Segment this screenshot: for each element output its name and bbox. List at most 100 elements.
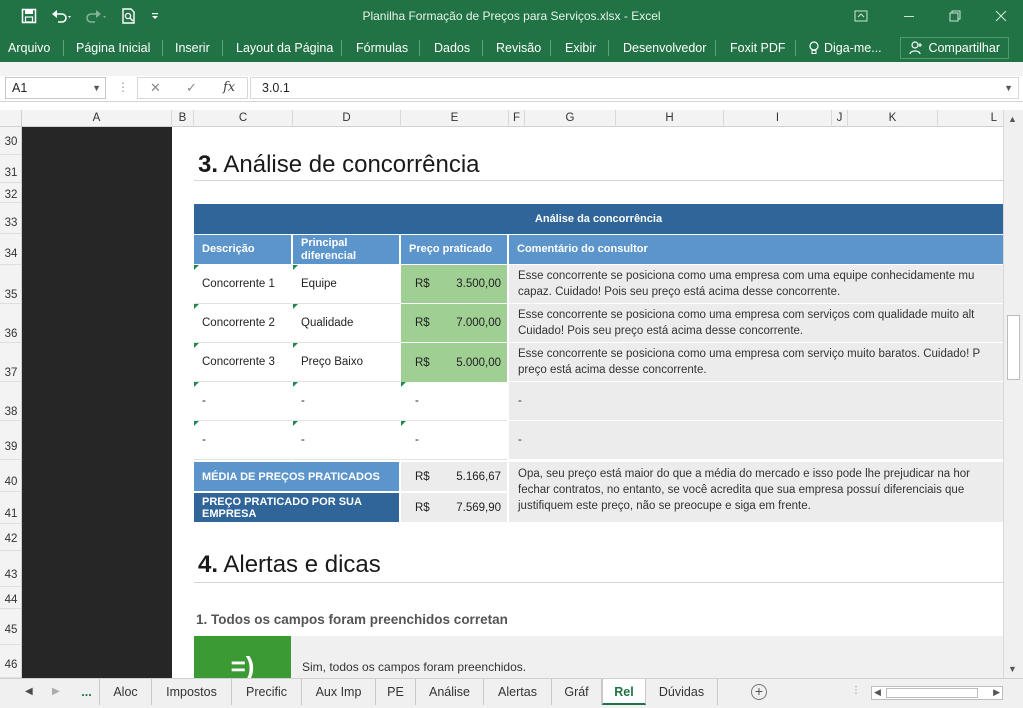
chevron-down-icon[interactable]: ▼ [1004,78,1013,98]
horizontal-scrollbar[interactable]: ◀ ▶ [871,686,1003,700]
own-price-value[interactable]: R$ 7.569,90 [401,493,507,522]
row-header-42[interactable]: 42 [0,524,21,551]
column-header-e[interactable]: E [401,110,509,127]
tab-dados[interactable]: Dados [434,39,470,57]
row-header-33[interactable]: 33 [0,203,21,234]
scroll-down-icon[interactable]: ▼ [1008,664,1017,674]
competitor-3-comment[interactable]: Esse concorrente se posiciona como uma e… [509,343,1003,382]
row-header-37[interactable]: 37 [0,343,21,382]
column-header-l[interactable]: L [938,110,1003,127]
competitor-2-description[interactable]: Concorrente 2 [194,304,292,343]
sheet-tab-aux-imp[interactable]: Aux Imp [302,679,376,705]
summary-comment[interactable]: Opa, seu preço está maior do que a média… [509,462,1003,522]
chevron-down-icon[interactable]: ▼ [92,78,101,98]
column-header-j[interactable]: J [832,110,848,127]
sheet-tab-analise[interactable]: Análise [416,679,484,705]
column-header-b[interactable]: B [172,110,194,127]
tab-split-grip-icon[interactable]: ⋮ [851,685,861,696]
restore-icon[interactable] [940,5,970,27]
tab-pagina-inicial[interactable]: Página Inicial [76,39,150,57]
row-header-45[interactable]: 45 [0,609,21,645]
competitor-2-price[interactable]: R$ 7.000,00 [401,304,507,343]
tab-foxit-pdf[interactable]: Foxit PDF [730,39,786,57]
close-icon[interactable] [986,5,1016,27]
sheet-tab-alertas[interactable]: Alertas [484,679,552,705]
more-sheets[interactable]: ... [74,679,100,705]
column-header-i[interactable]: I [724,110,832,127]
column-header-h[interactable]: H [616,110,724,127]
row-header-36[interactable]: 36 [0,304,21,343]
competitor-5-price[interactable]: - [401,421,507,460]
tab-inserir[interactable]: Inserir [175,39,210,57]
competitor-4-comment[interactable]: - [509,382,1003,421]
sheet-tab-precific[interactable]: Precific [232,679,302,705]
tab-scroll-left-icon[interactable]: ◀ [25,686,33,697]
tab-desenvolvedor[interactable]: Desenvolvedor [623,39,706,57]
tell-me-search[interactable]: Diga-me... [808,39,882,57]
competitor-2-differential[interactable]: Qualidade [293,304,400,343]
vertical-scrollbar[interactable]: ▲ ▼ [1003,110,1023,678]
competitor-4-price[interactable]: - [401,382,507,421]
scroll-up-icon[interactable]: ▲ [1008,114,1017,124]
scrollbar-thumb[interactable] [1007,315,1020,380]
tab-revisao[interactable]: Revisão [496,39,541,57]
tab-arquivo[interactable]: Arquivo [8,39,50,57]
competitor-4-differential[interactable]: - [293,382,400,421]
competitor-5-differential[interactable]: - [293,421,400,460]
tab-layout-da-pagina[interactable]: Layout da Página [236,39,333,57]
row-header-41[interactable]: 41 [0,492,21,524]
row-header-38[interactable]: 38 [0,382,21,421]
share-button[interactable]: Compartilhar [900,37,1009,59]
formula-input[interactable]: 3.0.1 ▼ [250,77,1019,99]
competitor-4-description[interactable]: - [194,382,292,421]
insert-function-icon[interactable]: fx [223,80,235,95]
sheet-tab-aloc[interactable]: Aloc [100,679,152,705]
competitor-1-description[interactable]: Concorrente 1 [194,265,292,304]
row-header-35[interactable]: 35 [0,265,21,304]
column-header-c[interactable]: C [194,110,293,127]
row-header-40[interactable]: 40 [0,460,21,492]
formula-bar-grip-icon[interactable]: ⋮ [117,80,129,94]
select-all-corner[interactable] [0,110,22,127]
row-header-44[interactable]: 44 [0,587,21,609]
row-header-31[interactable]: 31 [0,155,21,183]
competitor-3-description[interactable]: Concorrente 3 [194,343,292,382]
competitor-1-price[interactable]: R$ 3.500,00 [401,265,507,304]
minimize-icon[interactable] [894,5,924,27]
column-header-f[interactable]: F [509,110,525,127]
competitor-3-differential[interactable]: Preço Baixo [293,343,400,382]
competitor-1-differential[interactable]: Equipe [293,265,400,304]
row-header-30[interactable]: 30 [0,127,21,155]
sheet-tab-graf[interactable]: Gráf [552,679,602,705]
tab-formulas[interactable]: Fórmulas [356,39,408,57]
tab-exibir[interactable]: Exibir [565,39,596,57]
cancel-icon[interactable]: ✕ [150,80,161,96]
scroll-right-icon[interactable]: ▶ [993,687,1000,698]
average-price-value[interactable]: R$ 5.166,67 [401,462,507,491]
competitor-3-price[interactable]: R$ 5.000,00 [401,343,507,382]
add-sheet-icon[interactable]: + [751,684,767,700]
row-header-43[interactable]: 43 [0,551,21,587]
tab-scroll-right-icon[interactable]: ▶ [52,686,60,697]
row-header-39[interactable]: 39 [0,421,21,460]
name-box[interactable]: A1 ▼ [5,77,106,99]
column-header-d[interactable]: D [293,110,401,127]
competitor-1-comment[interactable]: Esse concorrente se posiciona como uma e… [509,265,1003,304]
scrollbar-thumb[interactable] [886,688,978,698]
ribbon-display-icon[interactable] [846,5,876,27]
sheet-tab-rel[interactable]: Rel [602,679,646,705]
sheet-tab-pe[interactable]: PE [376,679,416,705]
competitor-5-comment[interactable]: - [509,421,1003,460]
sheet-tab-impostos[interactable]: Impostos [152,679,232,705]
worksheet-grid[interactable]: 3. Análise de concorrência Análise da co… [22,127,1003,678]
scroll-left-icon[interactable]: ◀ [874,687,881,698]
column-header-a[interactable]: A [22,110,172,127]
competitor-2-comment[interactable]: Esse concorrente se posiciona como uma e… [509,304,1003,343]
column-header-k[interactable]: K [848,110,938,127]
enter-icon[interactable]: ✓ [186,80,197,96]
row-header-46[interactable]: 46 [0,645,21,678]
competitor-5-description[interactable]: - [194,421,292,460]
row-header-34[interactable]: 34 [0,234,21,265]
sheet-tab-duvidas[interactable]: Dúvidas [646,679,718,705]
row-header-32[interactable]: 32 [0,183,21,203]
